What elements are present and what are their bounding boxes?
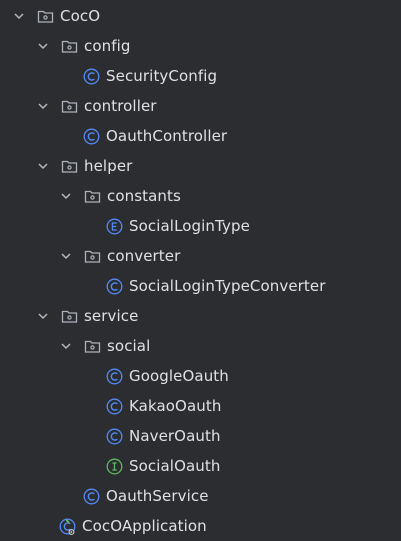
tree-node-label: controller bbox=[84, 97, 157, 115]
chevron-down-icon[interactable] bbox=[57, 337, 75, 355]
class-icon bbox=[105, 427, 123, 445]
tree-node-label: GoogleOauth bbox=[129, 367, 229, 385]
tree-node-oauthcontroller[interactable]: OauthController bbox=[0, 121, 401, 151]
tree-node-cocoapplication[interactable]: CocOApplication bbox=[0, 511, 401, 541]
tree-node-label: NaverOauth bbox=[129, 427, 221, 445]
tree-node-label: KakaoOauth bbox=[129, 397, 222, 415]
tree-node-kakaooauth[interactable]: KakaoOauth bbox=[0, 391, 401, 421]
class-icon bbox=[82, 67, 100, 85]
chevron-down-icon[interactable] bbox=[57, 247, 75, 265]
chevron-down-icon[interactable] bbox=[10, 7, 28, 25]
class-icon bbox=[105, 277, 123, 295]
tree-node-label: SocialLoginType bbox=[129, 217, 250, 235]
tree-node-config[interactable]: config bbox=[0, 31, 401, 61]
tree-node-oauthservice[interactable]: OauthService bbox=[0, 481, 401, 511]
class-icon bbox=[82, 127, 100, 145]
tree-node-coco[interactable]: CocO bbox=[0, 1, 401, 31]
tree-node-label: CocO bbox=[60, 7, 101, 25]
class-icon bbox=[82, 487, 100, 505]
tree-node-constants[interactable]: constants bbox=[0, 181, 401, 211]
package-folder-icon bbox=[60, 97, 78, 115]
package-folder-icon bbox=[83, 247, 101, 265]
tree-node-label: SocialLoginTypeConverter bbox=[129, 277, 326, 295]
chevron-down-icon[interactable] bbox=[34, 307, 52, 325]
class-icon bbox=[105, 397, 123, 415]
package-folder-icon bbox=[60, 307, 78, 325]
tree-node-label: CocOApplication bbox=[82, 517, 207, 535]
chevron-down-icon[interactable] bbox=[34, 97, 52, 115]
package-folder-icon bbox=[60, 37, 78, 55]
spring-boot-application-icon bbox=[58, 517, 76, 535]
tree-node-label: converter bbox=[107, 247, 181, 265]
interface-icon bbox=[105, 457, 123, 475]
enum-icon bbox=[105, 217, 123, 235]
chevron-down-icon[interactable] bbox=[57, 187, 75, 205]
tree-node-label: config bbox=[84, 37, 131, 55]
package-folder-icon bbox=[60, 157, 78, 175]
project-tree: CocO config SecurityConfig controller Oa… bbox=[0, 0, 401, 541]
tree-node-label: social bbox=[107, 337, 151, 355]
tree-node-socialogintypeconverter[interactable]: SocialLoginTypeConverter bbox=[0, 271, 401, 301]
chevron-down-icon[interactable] bbox=[34, 157, 52, 175]
tree-node-naveroauth[interactable]: NaverOauth bbox=[0, 421, 401, 451]
tree-node-socialoauth[interactable]: SocialOauth bbox=[0, 451, 401, 481]
tree-node-socialogintype[interactable]: SocialLoginType bbox=[0, 211, 401, 241]
tree-node-label: SocialOauth bbox=[129, 457, 221, 475]
tree-node-securityconfig[interactable]: SecurityConfig bbox=[0, 61, 401, 91]
tree-node-label: SecurityConfig bbox=[106, 67, 218, 85]
package-folder-icon bbox=[36, 7, 54, 25]
package-folder-icon bbox=[83, 337, 101, 355]
tree-node-label: helper bbox=[84, 157, 133, 175]
tree-node-label: OauthController bbox=[106, 127, 228, 145]
chevron-down-icon[interactable] bbox=[34, 37, 52, 55]
tree-node-social[interactable]: social bbox=[0, 331, 401, 361]
tree-node-googleoauth[interactable]: GoogleOauth bbox=[0, 361, 401, 391]
tree-node-label: constants bbox=[107, 187, 181, 205]
tree-node-label: OauthService bbox=[106, 487, 209, 505]
package-folder-icon bbox=[83, 187, 101, 205]
tree-node-helper[interactable]: helper bbox=[0, 151, 401, 181]
tree-node-controller[interactable]: controller bbox=[0, 91, 401, 121]
tree-node-service[interactable]: service bbox=[0, 301, 401, 331]
tree-node-label: service bbox=[84, 307, 139, 325]
class-icon bbox=[105, 367, 123, 385]
tree-node-converter[interactable]: converter bbox=[0, 241, 401, 271]
